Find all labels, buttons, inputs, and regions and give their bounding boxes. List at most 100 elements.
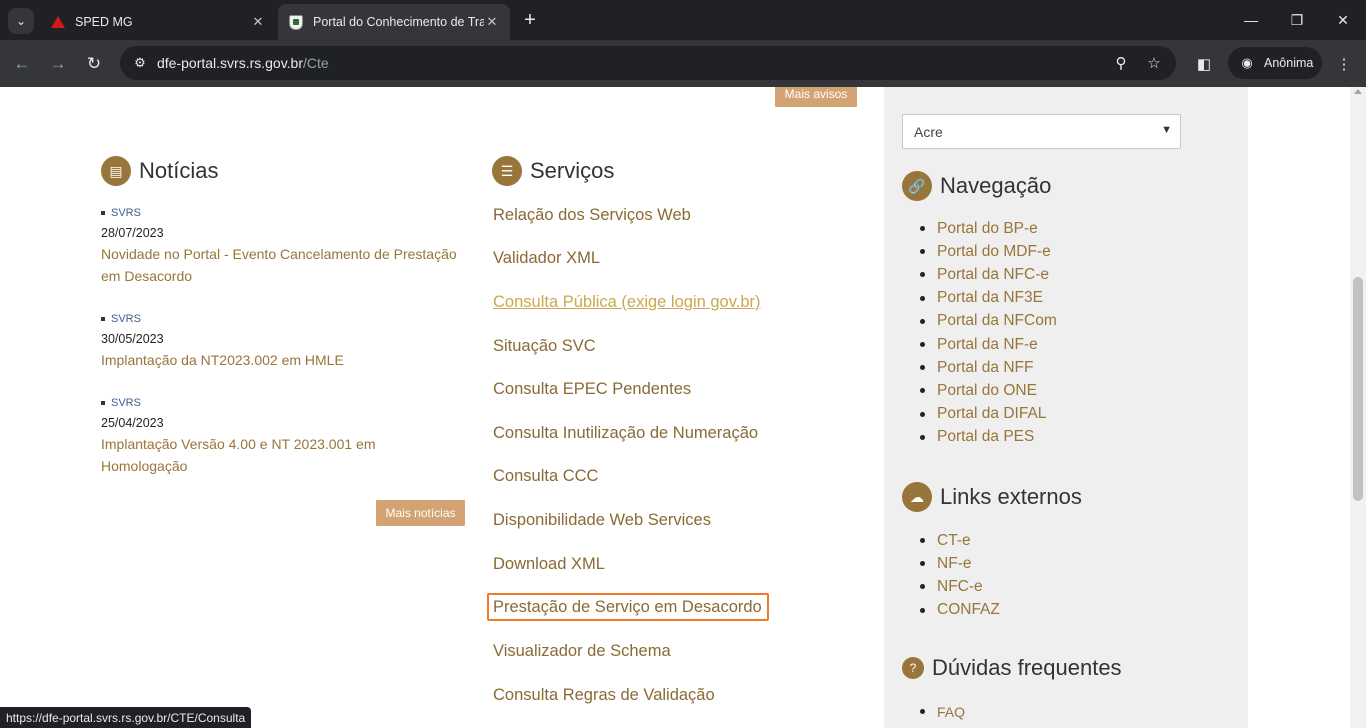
- news-date: 30/05/2023: [101, 332, 164, 346]
- bullet-icon: [101, 211, 105, 215]
- service-link[interactable]: Consulta Regras de Validação: [493, 686, 715, 705]
- side-panel-icon[interactable]: ◧: [1190, 50, 1218, 78]
- nav-link-label: Portal do ONE: [937, 381, 1037, 399]
- back-button[interactable]: ←: [8, 50, 36, 78]
- nav-link-label: Portal da NFC-e: [937, 265, 1049, 283]
- service-link[interactable]: Situação SVC: [493, 337, 596, 356]
- service-link[interactable]: Visualizador de Schema: [493, 642, 671, 661]
- nav-link[interactable]: Portal da NFCom: [920, 310, 1057, 333]
- external-link[interactable]: NF-e: [920, 552, 1000, 575]
- nav-link[interactable]: Portal da NF-e: [920, 333, 1057, 356]
- nav-link[interactable]: Portal do ONE: [920, 379, 1057, 402]
- close-window-button[interactable]: ✕: [1320, 0, 1366, 40]
- reload-button[interactable]: ↻: [80, 50, 108, 78]
- bullet-icon: [920, 388, 925, 394]
- external-link-label: CT-e: [937, 531, 971, 549]
- nav-link[interactable]: Portal da NFC-e: [920, 263, 1057, 286]
- bullet-icon: [920, 411, 925, 417]
- nav-link[interactable]: Portal da DIFAL: [920, 403, 1057, 426]
- navigation-heading-text: Navegação: [940, 173, 1052, 198]
- bullet-icon: [920, 365, 925, 371]
- more-news-button[interactable]: Mais notícias: [376, 500, 465, 526]
- service-link[interactable]: Consulta EPEC Pendentes: [493, 380, 691, 399]
- nav-link-label: Portal da NF-e: [937, 335, 1038, 353]
- incognito-profile-button[interactable]: ◉ Anônima: [1228, 47, 1322, 79]
- menu-kebab-icon[interactable]: ⋮: [1330, 50, 1358, 78]
- faq-heading: ? Dúvidas frequentes: [902, 655, 1122, 681]
- nav-link[interactable]: Portal da NF3E: [920, 287, 1057, 310]
- tab-title: SPED MG: [75, 15, 133, 29]
- bullet-icon: [920, 561, 925, 567]
- external-link-label: NF-e: [937, 554, 972, 572]
- nav-link[interactable]: Portal da PES: [920, 426, 1057, 449]
- service-link[interactable]: Validador XML: [493, 249, 600, 268]
- link-status-bar: https://dfe-portal.svrs.rs.gov.br/CTE/Co…: [0, 707, 252, 728]
- service-link[interactable]: Consulta Inutilização de Numeração: [493, 424, 758, 443]
- bookmark-star-icon[interactable]: ☆: [1142, 51, 1166, 75]
- news-link[interactable]: Implantação da NT2023.002 em HMLE: [101, 349, 471, 371]
- state-select[interactable]: Acre ▼: [902, 114, 1181, 149]
- scroll-up-arrow-icon[interactable]: [1354, 89, 1362, 94]
- minimize-button[interactable]: —: [1228, 0, 1274, 40]
- external-links-heading-text: Links externos: [940, 484, 1082, 509]
- nav-link[interactable]: Portal da NFF: [920, 356, 1057, 379]
- bullet-icon: [920, 607, 925, 613]
- service-link-hovered[interactable]: Consulta Pública (exige login gov.br): [493, 293, 761, 312]
- service-link-highlighted[interactable]: Prestação de Serviço em Desacordo: [493, 598, 762, 617]
- zoom-icon[interactable]: ⚲: [1109, 51, 1133, 75]
- forward-button[interactable]: →: [44, 50, 72, 78]
- chevron-down-icon: ⌄: [15, 14, 27, 28]
- navigation-heading: 🔗 Navegação: [902, 171, 1051, 201]
- nav-link[interactable]: Portal do MDF-e: [920, 240, 1057, 263]
- arrow-left-icon: ←: [13, 54, 31, 73]
- more-notices-button[interactable]: Mais avisos: [775, 87, 857, 107]
- close-icon[interactable]: ✕: [484, 14, 500, 30]
- bullet-icon: [920, 342, 925, 348]
- news-tag[interactable]: SVRS: [111, 207, 141, 219]
- tab-portal-cte[interactable]: Portal do Conhecimento de Tra ✕: [278, 4, 510, 40]
- news-tag[interactable]: SVRS: [111, 313, 141, 325]
- news-link[interactable]: Novidade no Portal - Evento Cancelamento…: [101, 243, 471, 287]
- service-link[interactable]: Disponibilidade Web Services: [493, 511, 711, 530]
- faq-link[interactable]: FAQ: [920, 700, 965, 723]
- external-link[interactable]: CONFAZ: [920, 599, 1000, 622]
- service-link[interactable]: Relação dos Serviços Web: [493, 206, 691, 225]
- restore-button[interactable]: ❐: [1274, 0, 1320, 40]
- bullet-icon: [101, 401, 105, 405]
- newspaper-icon: ▤: [101, 156, 131, 186]
- external-link[interactable]: NFC-e: [920, 575, 1000, 598]
- scroll-thumb[interactable]: [1353, 277, 1363, 501]
- services-heading: ☰ Serviços: [492, 156, 614, 186]
- bullet-icon: [920, 538, 925, 544]
- bullet-icon: [920, 295, 925, 301]
- nav-link-label: Portal do MDF-e: [937, 242, 1051, 260]
- list-icon: ☰: [492, 156, 522, 186]
- tab-strip: ⌄ SPED MG ✕ Portal do Conhecimento de Tr…: [0, 0, 1366, 40]
- external-link[interactable]: CT-e: [920, 529, 1000, 552]
- service-link[interactable]: Consulta CCC: [493, 467, 598, 486]
- address-bar[interactable]: ⚙ dfe-portal.svrs.rs.gov.br/Cte ⚲ ☆: [120, 46, 1176, 80]
- news-heading-text: Notícias: [139, 158, 219, 183]
- link-chain-icon: 🔗: [902, 171, 932, 201]
- news-link[interactable]: Implantação Versão 4.00 e NT 2023.001 em…: [101, 433, 401, 477]
- close-icon[interactable]: ✕: [250, 14, 266, 30]
- nav-link-label: Portal da PES: [937, 428, 1035, 446]
- cloud-icon: ☁: [902, 482, 932, 512]
- site-info-icon[interactable]: ⚙: [128, 51, 152, 75]
- state-select-value: Acre: [914, 123, 943, 140]
- news-tag[interactable]: SVRS: [111, 397, 141, 409]
- nav-link[interactable]: Portal do BP-e: [920, 217, 1057, 240]
- reload-icon: ↻: [86, 54, 102, 73]
- external-link-label: CONFAZ: [937, 601, 1000, 619]
- external-links-heading: ☁ Links externos: [902, 482, 1082, 512]
- news-date: 25/04/2023: [101, 416, 164, 430]
- bullet-icon: [920, 584, 925, 590]
- nav-link-label: Portal da NFF: [937, 358, 1034, 376]
- tab-search-button[interactable]: ⌄: [8, 8, 34, 34]
- new-tab-button[interactable]: +: [518, 8, 542, 32]
- vertical-scrollbar[interactable]: [1350, 87, 1366, 728]
- bullet-icon: [920, 434, 925, 440]
- news-date: 28/07/2023: [101, 226, 164, 240]
- service-link[interactable]: Download XML: [493, 555, 605, 574]
- tab-sped-mg[interactable]: SPED MG ✕: [40, 4, 276, 40]
